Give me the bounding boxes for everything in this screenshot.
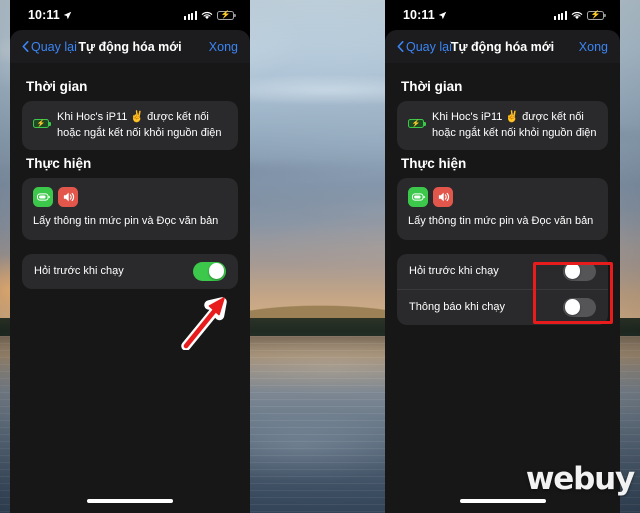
chevron-left-icon	[397, 41, 404, 52]
location-arrow-icon	[63, 11, 72, 19]
action-icon-group	[33, 187, 227, 208]
switch-knob	[564, 263, 581, 279]
home-indicator-area	[10, 489, 250, 513]
charging-bolt-icon: ⚡	[411, 120, 421, 127]
action-card[interactable]: Lấy thông tin mức pin và Đọc văn bản	[22, 178, 238, 240]
cellular-signal-icon	[183, 10, 197, 20]
action-section-title: Thực hiện	[26, 156, 92, 172]
trigger-description: Khi Hoc's iP11 ✌️ được kết nối hoặc ngắt…	[432, 111, 597, 139]
wifi-icon	[201, 11, 213, 19]
back-button-label: Quay lại	[406, 39, 452, 54]
ask-before-running-switch[interactable]	[563, 261, 596, 281]
battery-charging-icon: ⚡	[217, 10, 236, 20]
back-button[interactable]: Quay lại	[22, 40, 77, 54]
home-indicator-bar	[87, 499, 173, 503]
back-button-label: Quay lại	[31, 39, 77, 54]
battery-level-icon	[33, 187, 53, 208]
right-content-area: Thời gian ⚡ Khi Hoc's iP11 ✌️ được kết n…	[385, 63, 620, 489]
trigger-section-title: Thời gian	[401, 79, 463, 94]
battery-charging-icon: ⚡	[408, 119, 426, 128]
charging-bolt-icon: ⚡	[36, 120, 46, 127]
battery-glyph	[36, 193, 50, 201]
left-toggle-card: Hỏi trước khi chạy	[22, 253, 238, 289]
status-bar-indicators: ⚡	[553, 10, 606, 20]
navigation-bar: Quay lại Tự động hóa mới Xong	[10, 30, 250, 63]
trigger-description: Khi Hoc's iP11 ✌️ được kết nối hoặc ngắt…	[57, 111, 222, 139]
toggle-row-notify-when-run[interactable]: Thông báo khi chạy	[397, 288, 608, 325]
trigger-section-title: Thời gian	[26, 79, 88, 94]
charging-bolt-icon: ⚡	[590, 10, 601, 19]
status-bar-clock: 10:11	[403, 8, 435, 22]
right-toggle-card: Hỏi trước khi chạy Thông báo khi chạy	[397, 253, 608, 325]
battery-level-icon	[408, 187, 428, 208]
status-bar: 10:11 ⚡	[385, 0, 620, 30]
status-bar-time-group: 10:11	[28, 8, 72, 22]
wifi-icon	[571, 11, 583, 19]
toggle-label: Thông báo khi chạy	[409, 301, 506, 314]
toggle-row-ask-before-running[interactable]: Hỏi trước khi chạy	[22, 254, 238, 289]
navigation-bar: Quay lại Tự động hóa mới Xong	[385, 30, 620, 63]
home-indicator-bar	[459, 499, 546, 503]
status-bar: 10:11 ⚡	[10, 0, 250, 30]
chevron-left-icon	[22, 41, 29, 52]
action-icon-group	[408, 187, 597, 208]
battery-charging-icon: ⚡	[587, 10, 606, 20]
ask-before-running-switch[interactable]	[193, 261, 226, 281]
webuy-watermark: webuy	[525, 461, 635, 497]
notify-when-run-switch[interactable]	[563, 297, 596, 317]
toggle-row-ask-before-running[interactable]: Hỏi trước khi chạy	[397, 254, 608, 289]
action-description: Lấy thông tin mức pin và Đọc văn bản	[33, 215, 219, 228]
right-phone-screen: 10:11 ⚡ Quay lại Tự động hóa mới Xong Th…	[385, 0, 620, 513]
left-phone-screenshot: 10:11 ⚡ Quay lại Tự động hóa mới Xong Th…	[10, 0, 250, 513]
switch-knob	[564, 299, 581, 315]
charging-bolt-icon: ⚡	[220, 10, 231, 19]
right-phone-screenshot: 10:11 ⚡ Quay lại Tự động hóa mới Xong Th…	[385, 0, 620, 513]
done-button[interactable]: Xong	[209, 40, 238, 54]
speaker-glyph	[63, 192, 74, 202]
status-bar-indicators: ⚡	[183, 10, 236, 20]
battery-charging-icon: ⚡	[33, 119, 51, 128]
battery-glyph	[411, 193, 425, 201]
action-card[interactable]: Lấy thông tin mức pin và Đọc văn bản	[397, 178, 608, 240]
action-description: Lấy thông tin mức pin và Đọc văn bản	[408, 215, 594, 228]
status-bar-time-group: 10:11	[403, 8, 447, 22]
trigger-card[interactable]: ⚡ Khi Hoc's iP11 ✌️ được kết nối hoặc ng…	[22, 101, 238, 151]
left-phone-screen: 10:11 ⚡ Quay lại Tự động hóa mới Xong Th…	[10, 0, 250, 513]
back-button[interactable]: Quay lại	[397, 40, 452, 54]
speaker-glyph	[438, 192, 449, 202]
left-content-area: Thời gian ⚡ Khi Hoc's iP11 ✌️ được kết n…	[10, 63, 250, 489]
speaker-volume-icon	[58, 187, 78, 208]
speaker-volume-icon	[433, 187, 453, 208]
switch-knob	[208, 263, 225, 279]
toggle-label: Hỏi trước khi chạy	[409, 265, 499, 278]
status-bar-clock: 10:11	[28, 8, 60, 22]
cellular-signal-icon	[553, 10, 567, 20]
toggle-label: Hỏi trước khi chạy	[34, 265, 124, 278]
action-section-title: Thực hiện	[401, 156, 467, 172]
location-arrow-icon	[438, 11, 447, 19]
trigger-card[interactable]: ⚡ Khi Hoc's iP11 ✌️ được kết nối hoặc ng…	[397, 101, 608, 151]
done-button[interactable]: Xong	[579, 40, 608, 54]
